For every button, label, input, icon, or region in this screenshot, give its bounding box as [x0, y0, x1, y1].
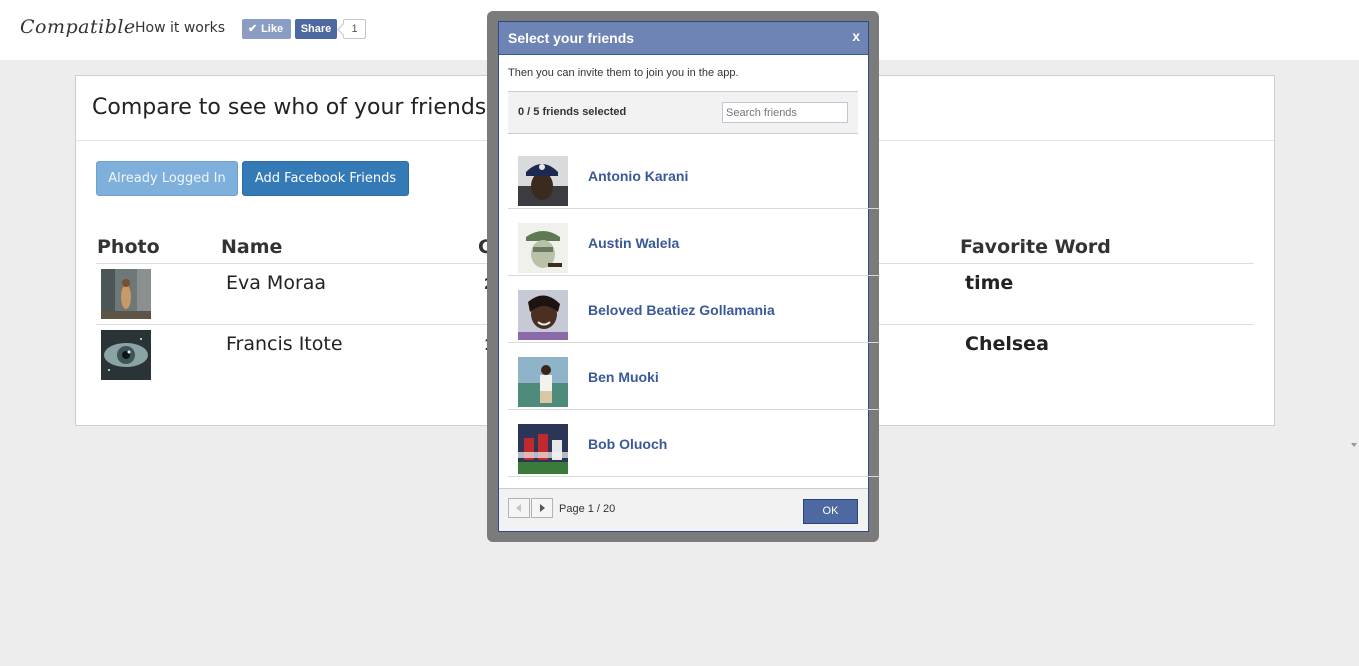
friend-item[interactable]: Bob Oluoch [508, 410, 879, 477]
column-header-name: Name [221, 236, 283, 258]
facebook-share-button[interactable]: Share [295, 19, 337, 39]
friend-name: Ben Muoki [588, 369, 659, 385]
table-row-photo [101, 269, 151, 319]
friend-item[interactable]: Antonio Karani [508, 142, 879, 209]
chevron-left-icon [516, 504, 521, 512]
friend-name: Austin Walela [588, 235, 680, 251]
dialog-title: Select your friends [508, 30, 635, 46]
friend-name: Antonio Karani [588, 168, 689, 184]
column-header-photo: Photo [97, 236, 160, 258]
friend-item[interactable]: Austin Walela [508, 209, 879, 276]
dialog-header: Select your friends x [499, 22, 868, 55]
selected-count: 0 / 5 friends selected [518, 106, 627, 118]
friend-item[interactable]: Ben Muoki [508, 343, 879, 410]
friend-item[interactable]: Beloved Beatiez Gollamania [508, 276, 879, 343]
friend-photo [518, 290, 568, 340]
how-it-works-link[interactable]: How it works [135, 20, 225, 36]
friend-photo [518, 357, 568, 407]
page-indicator: Page 1 / 20 [559, 503, 616, 515]
like-label: Like [261, 23, 284, 35]
friend-name: Bob Oluoch [588, 436, 668, 452]
select-friends-dialog: Select your friends x Then you can invit… [498, 21, 879, 532]
row-name: Eva Moraa [226, 272, 327, 294]
friend-name: Beloved Beatiez Gollamania [588, 302, 775, 318]
facebook-like-button[interactable]: ✔ Like [242, 19, 291, 39]
chevron-right-icon [540, 504, 545, 512]
dialog-subtitle: Then you can invite them to join you in … [508, 67, 739, 79]
dialog-footer: Page 1 / 20 OK [499, 488, 868, 531]
search-friends-input[interactable] [722, 102, 848, 123]
next-page-button[interactable] [531, 498, 553, 518]
ok-button[interactable]: OK [803, 499, 858, 524]
friend-photo [518, 156, 568, 206]
share-count-bubble: 1 [343, 19, 366, 39]
row-name: Francis Itote [226, 333, 343, 355]
friend-photo [518, 223, 568, 273]
brand-logo[interactable]: Compatible [20, 16, 136, 38]
scroll-down-arrow-icon[interactable] [1351, 443, 1357, 447]
column-header-favorite-word: Favorite Word [960, 236, 1111, 258]
friend-photo [518, 424, 568, 474]
previous-page-button[interactable] [508, 498, 530, 518]
already-logged-in-button[interactable]: Already Logged In [96, 161, 238, 196]
row-favorite-word: Chelsea [965, 333, 1049, 355]
checkmark-icon: ✔ [248, 23, 258, 35]
add-facebook-friends-button[interactable]: Add Facebook Friends [242, 161, 409, 196]
panel-title: Compare to see who of your friends i [92, 95, 500, 120]
close-icon[interactable]: x [852, 28, 860, 44]
row-favorite-word: time [965, 272, 1014, 294]
table-row-photo [101, 330, 151, 380]
selection-bar: 0 / 5 friends selected [508, 91, 858, 134]
